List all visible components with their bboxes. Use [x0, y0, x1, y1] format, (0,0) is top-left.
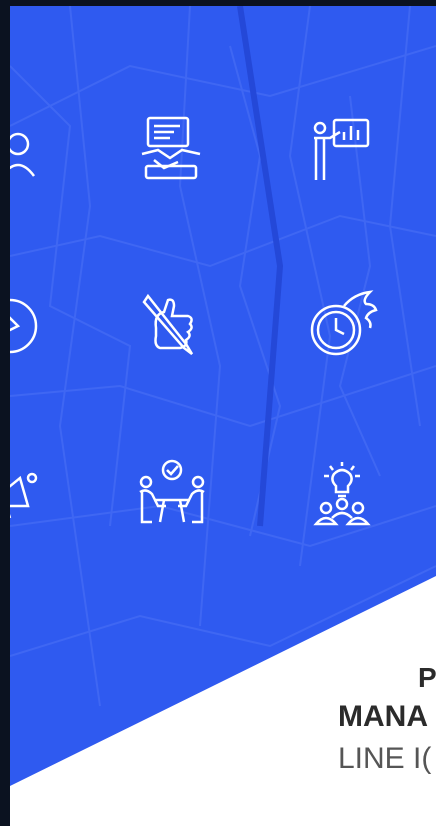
user-icon: [10, 118, 56, 194]
handshake-contract-icon: [134, 110, 210, 186]
title-line-3: LINE I(: [338, 742, 432, 775]
fast-clock-icon: [304, 286, 380, 362]
megaphone-icon: [10, 458, 52, 534]
presentation-icon: [300, 110, 376, 186]
title-line-1: P: [418, 662, 436, 693]
thumbs-up-pen-icon: [134, 288, 210, 364]
banner: P MANA LINE I(: [10, 6, 436, 826]
team-idea-icon: [304, 456, 380, 532]
title-line-2: MANA: [338, 700, 428, 733]
meeting-approval-icon: [134, 456, 210, 532]
compass-icon: [10, 288, 48, 364]
